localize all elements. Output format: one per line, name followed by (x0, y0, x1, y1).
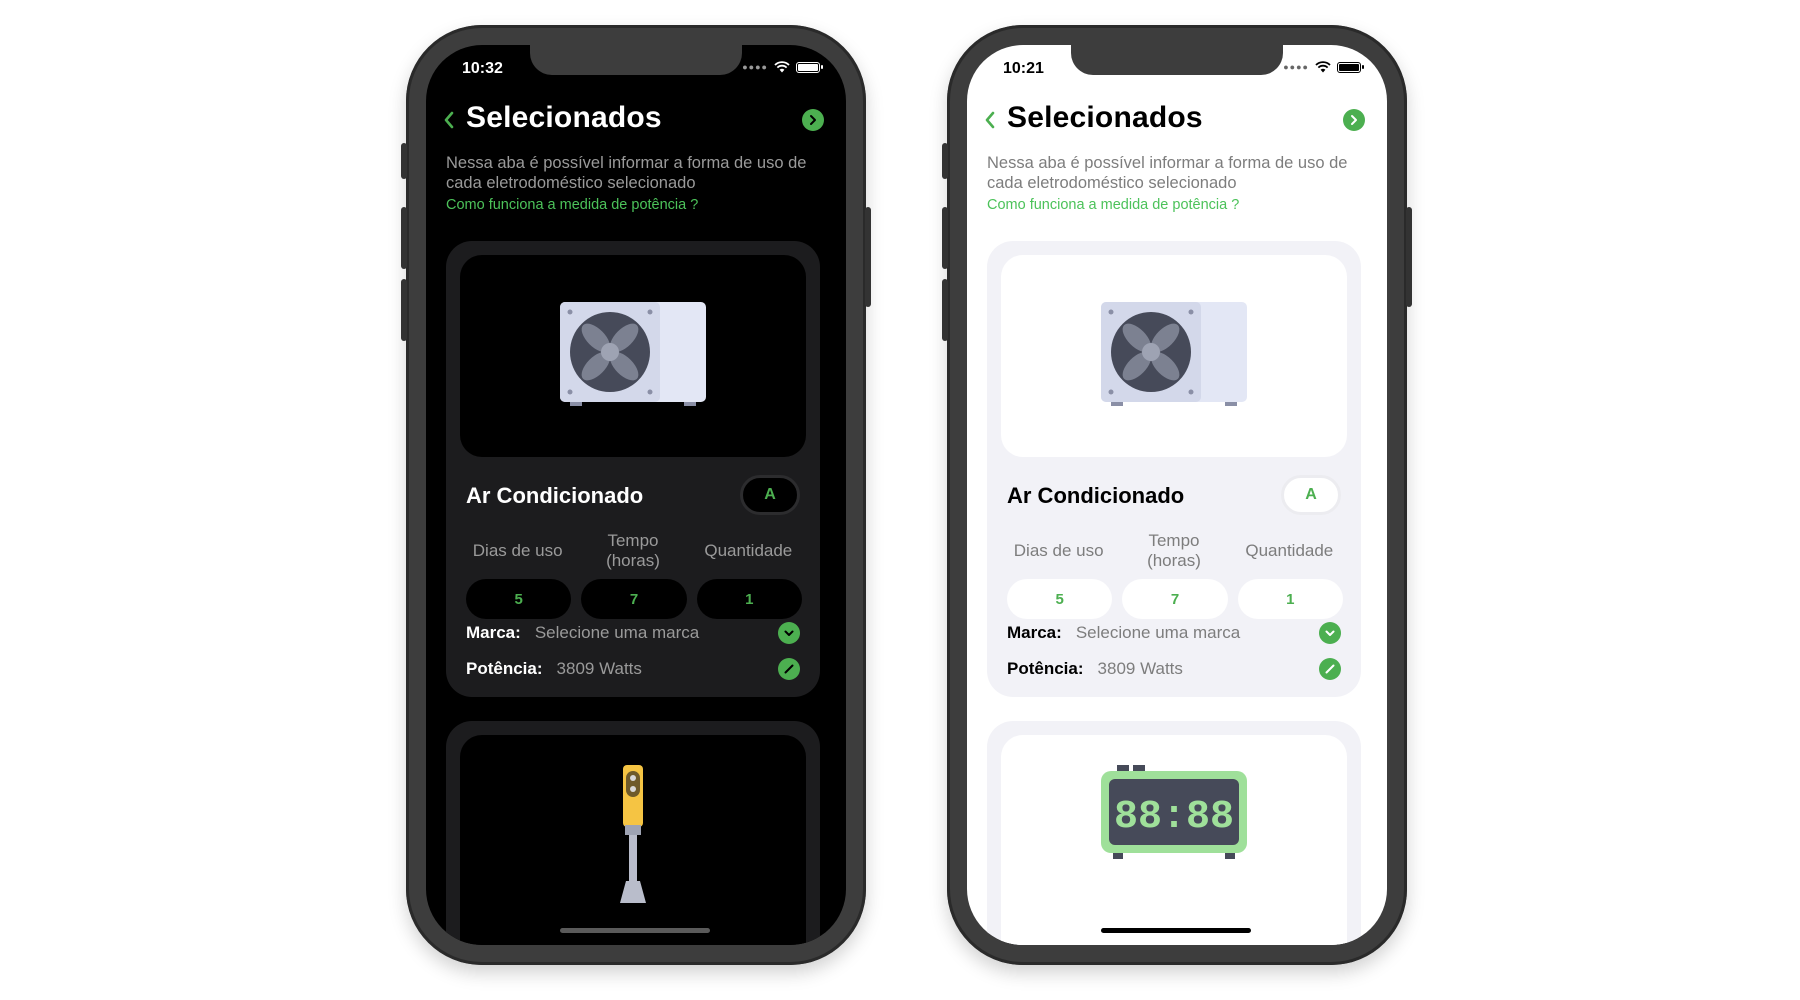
power-value: 3809 Watts (1097, 659, 1183, 678)
energy-grade-badge[interactable]: A (740, 475, 800, 515)
next-arrow-icon[interactable] (802, 109, 824, 131)
volume-up-button (401, 207, 407, 269)
battery-icon (1337, 61, 1364, 73)
hours-input[interactable]: 7 (1122, 579, 1228, 619)
status-time: 10:32 (462, 60, 503, 77)
wifi-icon (1315, 61, 1331, 73)
air-conditioner-icon (1101, 302, 1247, 406)
quantity-header: Quantidade (704, 541, 793, 560)
volume-down-button (401, 279, 407, 341)
next-arrow-icon[interactable] (1343, 109, 1365, 131)
power-row[interactable]: Potência: 3809 Watts (1007, 657, 1341, 681)
back-chevron-icon[interactable] (983, 109, 997, 131)
brand-value: Selecione uma marca (534, 623, 700, 642)
power-label: Potência: (466, 659, 543, 678)
quantity-input[interactable]: 1 (1237, 579, 1343, 619)
brand-row[interactable]: Marca: Selecione uma marca (466, 621, 800, 645)
usage-inputs: 5 7 1 (1007, 579, 1343, 619)
pencil-icon[interactable] (1319, 658, 1341, 680)
signal-icon: ●●●● (1283, 62, 1309, 72)
status-time: 10:21 (1003, 60, 1044, 77)
days-input[interactable]: 5 (1007, 579, 1113, 619)
appliance-image (460, 255, 806, 457)
quantity-header: Quantidade (1245, 541, 1334, 560)
phone-dark: 10:32 ●●●● Selecionados Nessa aba é poss… (401, 25, 871, 965)
notch (530, 45, 742, 75)
home-indicator[interactable] (1101, 928, 1251, 933)
time-header: Tempo (horas) (606, 531, 660, 570)
volume-up-button (942, 207, 948, 269)
usage-headers: Dias de uso Tempo (horas) Quantidade (460, 531, 806, 571)
appliance-name: Ar Condicionado (1007, 483, 1185, 508)
wifi-icon (774, 61, 790, 73)
usage-inputs: 5 7 1 (466, 579, 802, 619)
brand-label: Marca: (1007, 623, 1062, 642)
brand-row[interactable]: Marca: Selecione uma marca (1007, 621, 1341, 645)
home-indicator[interactable] (560, 928, 710, 933)
appliance-card: Ar Condicionado A Dias de uso Tempo (hor… (987, 241, 1361, 697)
power-row[interactable]: Potência: 3809 Watts (466, 657, 800, 681)
hours-input[interactable]: 7 (581, 579, 687, 619)
quantity-input[interactable]: 1 (696, 579, 802, 619)
appliance-image (1001, 255, 1347, 457)
back-chevron-icon[interactable] (442, 109, 456, 131)
signal-icon: ●●●● (742, 62, 768, 72)
days-header: Dias de uso (472, 541, 563, 560)
appliance-card-next: 88:88 (987, 721, 1361, 945)
power-button (865, 207, 871, 307)
power-value: 3809 Watts (556, 659, 642, 678)
power-help-link[interactable]: Como funciona a medida de potência ? (446, 197, 698, 213)
power-button (1406, 207, 1412, 307)
digital-clock-icon: 88:88 (1101, 765, 1247, 859)
chevron-down-icon[interactable] (778, 622, 800, 644)
page-title: Selecionados (466, 101, 662, 134)
screen: 10:21 ●●●● Selecionados Nessa aba é poss… (967, 45, 1387, 945)
days-header: Dias de uso (1013, 541, 1104, 560)
battery-icon (796, 61, 823, 73)
usage-headers: Dias de uso Tempo (horas) Quantidade (1001, 531, 1347, 571)
clock-display: 88:88 (1114, 795, 1234, 840)
notch (1071, 45, 1283, 75)
screen: 10:32 ●●●● Selecionados Nessa aba é poss… (426, 45, 846, 945)
energy-grade-badge[interactable]: A (1281, 475, 1341, 515)
mute-switch (401, 143, 407, 179)
power-label: Potência: (1007, 659, 1084, 678)
pencil-icon[interactable] (778, 658, 800, 680)
volume-down-button (942, 279, 948, 341)
status-icons: ●●●● (742, 61, 823, 73)
air-conditioner-icon (560, 302, 706, 406)
brand-value: Selecione uma marca (1075, 623, 1241, 642)
time-header: Tempo (horas) (1147, 531, 1201, 570)
page-title: Selecionados (1007, 101, 1203, 134)
brand-label: Marca: (466, 623, 521, 642)
chevron-down-icon[interactable] (1319, 622, 1341, 644)
days-input[interactable]: 5 (466, 579, 572, 619)
status-icons: ●●●● (1283, 61, 1364, 73)
page-description: Nessa aba é possível informar a forma de… (446, 154, 807, 192)
appliance-card: Ar Condicionado A Dias de uso Tempo (hor… (446, 241, 820, 697)
phone-light: 10:21 ●●●● Selecionados Nessa aba é poss… (942, 25, 1412, 965)
appliance-card-next (446, 721, 820, 945)
appliance-image-next (460, 735, 806, 945)
hand-blender-icon (620, 765, 646, 903)
mute-switch (942, 143, 948, 179)
appliance-image-next: 88:88 (1001, 735, 1347, 945)
appliance-name: Ar Condicionado (466, 483, 644, 508)
power-help-link[interactable]: Como funciona a medida de potência ? (987, 197, 1239, 213)
page-description: Nessa aba é possível informar a forma de… (987, 154, 1348, 192)
